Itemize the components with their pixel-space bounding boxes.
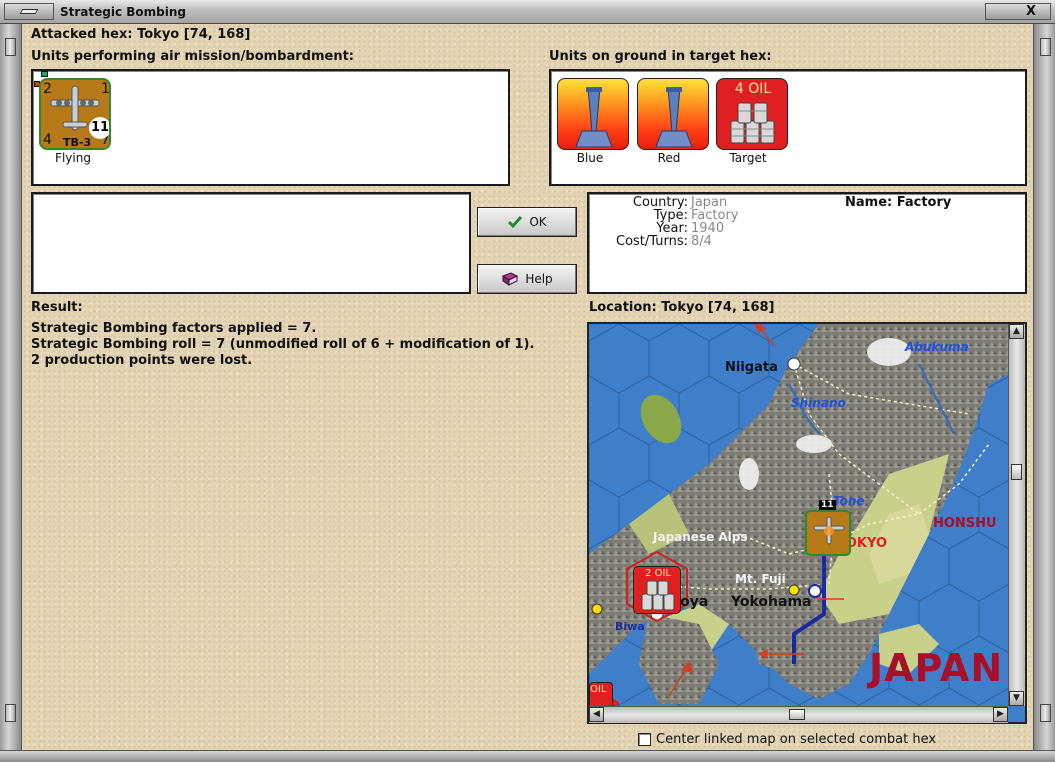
window-frame-right: [1033, 24, 1055, 762]
result-label: Result:: [31, 300, 83, 315]
ok-button-label: OK: [529, 215, 547, 229]
map-label-shinano: Shinano: [791, 396, 846, 410]
result-line: Strategic Bombing factors applied = 7.: [31, 321, 317, 336]
map-label-tone: Tone: [833, 494, 865, 508]
frame-handle: [5, 704, 16, 722]
unit-type: TB-3: [63, 136, 92, 149]
map-label-yokohama: Yokohama: [731, 594, 812, 610]
scroll-right-button[interactable]: ▶: [993, 707, 1008, 722]
ground-unit-label: Red: [657, 151, 681, 165]
location-map[interactable]: Niigata Abukuma Shinano Tone HONSHU Japa…: [587, 322, 1027, 724]
message-box: [31, 192, 471, 294]
bomber-unit[interactable]: 2 1 4 7 11 TB-3: [39, 78, 111, 150]
map-label-japan: JAPAN: [869, 646, 1004, 690]
window-menu-button[interactable]: [4, 3, 54, 20]
center-map-checkbox[interactable]: [638, 733, 651, 746]
map-oil-counter-text: 2 OIL: [645, 568, 671, 579]
unit-flag-icon: [41, 71, 48, 77]
center-map-checkbox-label[interactable]: Center linked map on selected combat hex: [656, 732, 936, 747]
map-stack-count: 11: [819, 500, 836, 510]
factory-icon: [575, 87, 613, 147]
close-button[interactable]: X: [985, 3, 1051, 20]
map-horizontal-scrollbar[interactable]: ◀ ▶: [589, 706, 1008, 723]
air-unit-status: Flying: [55, 151, 91, 165]
info-name: Name: Factory: [845, 195, 952, 210]
frame-handle: [1040, 704, 1051, 722]
oil-barrels-icon: [641, 580, 675, 611]
title-bar[interactable]: Strategic Bombing X: [0, 0, 1055, 24]
info-cost-value: 8/4: [691, 234, 712, 249]
factory-counter[interactable]: [637, 78, 709, 150]
oil-counter-text: 4 OIL: [734, 81, 772, 97]
unit-range-value: 1: [101, 81, 110, 97]
checkmark-icon: [508, 216, 523, 229]
scroll-down-button[interactable]: ▼: [1009, 691, 1024, 706]
frame-handle: [5, 38, 16, 56]
factory-counter[interactable]: [557, 78, 629, 150]
map-label-niigata: Niigata: [725, 360, 778, 375]
window-frame-left: [0, 24, 22, 762]
help-book-icon: [502, 272, 519, 286]
oil-barrels-icon: [730, 102, 775, 144]
vertical-scroll-thumb[interactable]: [1011, 464, 1022, 480]
result-line: Strategic Bombing roll = 7 (unmodified r…: [31, 337, 535, 352]
info-cost-label: Cost/Turns:: [616, 234, 688, 249]
frame-handle: [1040, 38, 1051, 56]
map-oil-edge-text: OIL: [590, 684, 607, 695]
ground-unit-label: Target: [729, 151, 767, 165]
map-label-honshu: HONSHU: [933, 516, 997, 531]
ground-unit-label: Blue: [576, 151, 604, 165]
unit-defense-value: 4: [43, 132, 52, 148]
location-label: Location: Tokyo [74, 168]: [589, 300, 775, 315]
ground-units-label: Units on ground in target hex:: [549, 49, 772, 64]
info-cost: Cost/Turns: 8/4: [586, 234, 712, 249]
map-vertical-scrollbar[interactable]: ▲ ▼: [1008, 324, 1025, 706]
window-frame-bottom: [0, 750, 1055, 762]
scroll-up-button[interactable]: ▲: [1009, 324, 1024, 339]
ok-button[interactable]: OK: [477, 207, 577, 237]
help-button-label: Help: [525, 272, 553, 286]
bomber-plane-icon: [813, 516, 845, 545]
factory-icon: [655, 87, 693, 147]
map-bomber-counter[interactable]: 11: [805, 500, 851, 556]
oil-counter[interactable]: 4 OIL: [716, 78, 788, 150]
window-title: Strategic Bombing: [60, 5, 186, 19]
air-units-label: Units performing air mission/bombardment…: [31, 49, 355, 64]
map-oil-counter[interactable]: 2 OIL: [633, 566, 681, 614]
window-menu-icon: [19, 9, 39, 14]
unit-attack-value: 2: [43, 81, 52, 97]
map-label-biwa: Biwa: [615, 620, 645, 633]
horizontal-scroll-thumb[interactable]: [789, 709, 805, 720]
map-label-japanese-alps: Japanese Alps: [653, 530, 748, 544]
map-label-mt-fuji: Mt. Fuji: [735, 572, 786, 586]
result-line: 2 production points were lost.: [31, 353, 253, 368]
help-button[interactable]: Help: [477, 264, 577, 294]
scroll-left-button[interactable]: ◀: [589, 707, 604, 722]
attacked-hex-label: Attacked hex: Tokyo [74, 168]: [31, 27, 251, 42]
unit-count-badge: 11: [89, 117, 109, 139]
map-label-abukuma: Abukuma: [905, 340, 969, 354]
